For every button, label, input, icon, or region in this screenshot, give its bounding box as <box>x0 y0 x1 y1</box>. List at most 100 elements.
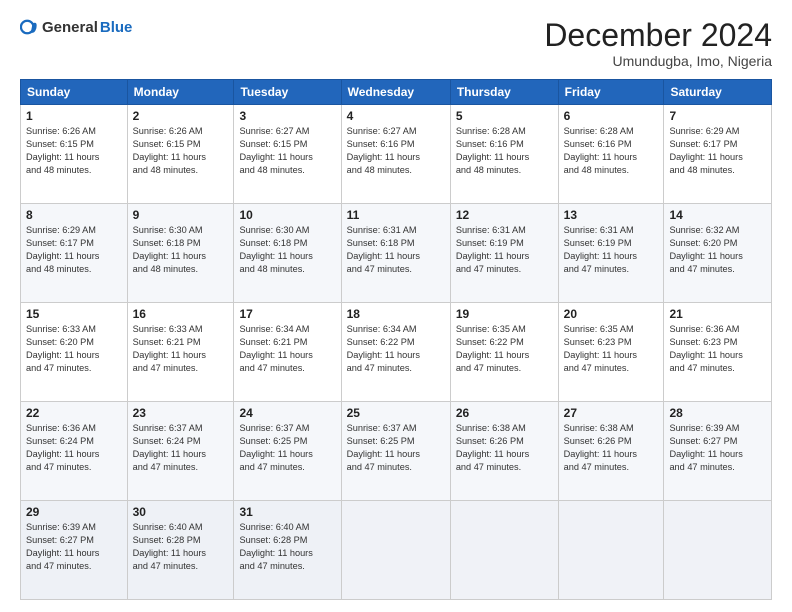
day-info: Sunrise: 6:37 AM Sunset: 6:25 PM Dayligh… <box>347 422 445 474</box>
calendar-header-row: SundayMondayTuesdayWednesdayThursdayFrid… <box>21 80 772 105</box>
calendar-cell: 12Sunrise: 6:31 AM Sunset: 6:19 PM Dayli… <box>450 204 558 303</box>
day-number: 18 <box>347 306 445 322</box>
calendar-cell: 15Sunrise: 6:33 AM Sunset: 6:20 PM Dayli… <box>21 303 128 402</box>
calendar-week-row: 29Sunrise: 6:39 AM Sunset: 6:27 PM Dayli… <box>21 501 772 600</box>
title-block: December 2024 Umundugba, Imo, Nigeria <box>544 18 772 69</box>
calendar-header-sunday: Sunday <box>21 80 128 105</box>
calendar-cell: 5Sunrise: 6:28 AM Sunset: 6:16 PM Daylig… <box>450 105 558 204</box>
day-info: Sunrise: 6:34 AM Sunset: 6:21 PM Dayligh… <box>239 323 335 375</box>
page: GeneralBlue December 2024 Umundugba, Imo… <box>0 0 792 612</box>
day-number: 2 <box>133 108 229 124</box>
day-number: 11 <box>347 207 445 223</box>
day-info: Sunrise: 6:31 AM Sunset: 6:19 PM Dayligh… <box>564 224 659 276</box>
calendar-table: SundayMondayTuesdayWednesdayThursdayFrid… <box>20 79 772 600</box>
day-number: 3 <box>239 108 335 124</box>
calendar-cell: 8Sunrise: 6:29 AM Sunset: 6:17 PM Daylig… <box>21 204 128 303</box>
day-info: Sunrise: 6:36 AM Sunset: 6:24 PM Dayligh… <box>26 422 122 474</box>
calendar-cell: 11Sunrise: 6:31 AM Sunset: 6:18 PM Dayli… <box>341 204 450 303</box>
day-info: Sunrise: 6:27 AM Sunset: 6:16 PM Dayligh… <box>347 125 445 177</box>
calendar-cell: 28Sunrise: 6:39 AM Sunset: 6:27 PM Dayli… <box>664 402 772 501</box>
day-number: 31 <box>239 504 335 520</box>
calendar-cell: 25Sunrise: 6:37 AM Sunset: 6:25 PM Dayli… <box>341 402 450 501</box>
day-info: Sunrise: 6:31 AM Sunset: 6:18 PM Dayligh… <box>347 224 445 276</box>
day-number: 25 <box>347 405 445 421</box>
calendar-cell: 4Sunrise: 6:27 AM Sunset: 6:16 PM Daylig… <box>341 105 450 204</box>
calendar-header-thursday: Thursday <box>450 80 558 105</box>
day-number: 26 <box>456 405 553 421</box>
day-info: Sunrise: 6:35 AM Sunset: 6:23 PM Dayligh… <box>564 323 659 375</box>
day-info: Sunrise: 6:30 AM Sunset: 6:18 PM Dayligh… <box>239 224 335 276</box>
month-title: December 2024 <box>544 18 772 53</box>
calendar-cell: 7Sunrise: 6:29 AM Sunset: 6:17 PM Daylig… <box>664 105 772 204</box>
day-info: Sunrise: 6:37 AM Sunset: 6:25 PM Dayligh… <box>239 422 335 474</box>
logo: GeneralBlue <box>20 18 132 36</box>
day-number: 30 <box>133 504 229 520</box>
day-info: Sunrise: 6:40 AM Sunset: 6:28 PM Dayligh… <box>133 521 229 573</box>
calendar-cell: 19Sunrise: 6:35 AM Sunset: 6:22 PM Dayli… <box>450 303 558 402</box>
calendar-week-row: 15Sunrise: 6:33 AM Sunset: 6:20 PM Dayli… <box>21 303 772 402</box>
day-info: Sunrise: 6:29 AM Sunset: 6:17 PM Dayligh… <box>26 224 122 276</box>
calendar-cell: 23Sunrise: 6:37 AM Sunset: 6:24 PM Dayli… <box>127 402 234 501</box>
day-info: Sunrise: 6:30 AM Sunset: 6:18 PM Dayligh… <box>133 224 229 276</box>
day-info: Sunrise: 6:32 AM Sunset: 6:20 PM Dayligh… <box>669 224 766 276</box>
calendar-cell: 13Sunrise: 6:31 AM Sunset: 6:19 PM Dayli… <box>558 204 664 303</box>
day-info: Sunrise: 6:34 AM Sunset: 6:22 PM Dayligh… <box>347 323 445 375</box>
calendar-cell: 20Sunrise: 6:35 AM Sunset: 6:23 PM Dayli… <box>558 303 664 402</box>
logo-text: GeneralBlue <box>20 18 132 36</box>
day-number: 20 <box>564 306 659 322</box>
day-info: Sunrise: 6:33 AM Sunset: 6:20 PM Dayligh… <box>26 323 122 375</box>
day-number: 21 <box>669 306 766 322</box>
day-number: 28 <box>669 405 766 421</box>
day-info: Sunrise: 6:39 AM Sunset: 6:27 PM Dayligh… <box>669 422 766 474</box>
day-info: Sunrise: 6:31 AM Sunset: 6:19 PM Dayligh… <box>456 224 553 276</box>
day-number: 6 <box>564 108 659 124</box>
day-number: 4 <box>347 108 445 124</box>
day-number: 23 <box>133 405 229 421</box>
day-number: 7 <box>669 108 766 124</box>
calendar-cell: 18Sunrise: 6:34 AM Sunset: 6:22 PM Dayli… <box>341 303 450 402</box>
day-info: Sunrise: 6:28 AM Sunset: 6:16 PM Dayligh… <box>456 125 553 177</box>
calendar-cell: 17Sunrise: 6:34 AM Sunset: 6:21 PM Dayli… <box>234 303 341 402</box>
calendar-cell: 29Sunrise: 6:39 AM Sunset: 6:27 PM Dayli… <box>21 501 128 600</box>
day-number: 1 <box>26 108 122 124</box>
calendar-header-wednesday: Wednesday <box>341 80 450 105</box>
calendar-header-tuesday: Tuesday <box>234 80 341 105</box>
day-info: Sunrise: 6:38 AM Sunset: 6:26 PM Dayligh… <box>564 422 659 474</box>
calendar-cell: 10Sunrise: 6:30 AM Sunset: 6:18 PM Dayli… <box>234 204 341 303</box>
day-number: 5 <box>456 108 553 124</box>
day-info: Sunrise: 6:39 AM Sunset: 6:27 PM Dayligh… <box>26 521 122 573</box>
calendar-cell: 22Sunrise: 6:36 AM Sunset: 6:24 PM Dayli… <box>21 402 128 501</box>
calendar-cell: 27Sunrise: 6:38 AM Sunset: 6:26 PM Dayli… <box>558 402 664 501</box>
calendar-cell: 6Sunrise: 6:28 AM Sunset: 6:16 PM Daylig… <box>558 105 664 204</box>
day-info: Sunrise: 6:28 AM Sunset: 6:16 PM Dayligh… <box>564 125 659 177</box>
day-info: Sunrise: 6:27 AM Sunset: 6:15 PM Dayligh… <box>239 125 335 177</box>
location: Umundugba, Imo, Nigeria <box>544 53 772 69</box>
logo-general: General <box>42 19 98 36</box>
calendar-header-monday: Monday <box>127 80 234 105</box>
day-number: 17 <box>239 306 335 322</box>
day-number: 15 <box>26 306 122 322</box>
calendar-cell: 26Sunrise: 6:38 AM Sunset: 6:26 PM Dayli… <box>450 402 558 501</box>
day-number: 16 <box>133 306 229 322</box>
day-info: Sunrise: 6:38 AM Sunset: 6:26 PM Dayligh… <box>456 422 553 474</box>
day-number: 8 <box>26 207 122 223</box>
calendar-cell: 30Sunrise: 6:40 AM Sunset: 6:28 PM Dayli… <box>127 501 234 600</box>
header: GeneralBlue December 2024 Umundugba, Imo… <box>20 18 772 69</box>
day-number: 12 <box>456 207 553 223</box>
calendar-week-row: 22Sunrise: 6:36 AM Sunset: 6:24 PM Dayli… <box>21 402 772 501</box>
day-number: 19 <box>456 306 553 322</box>
day-number: 13 <box>564 207 659 223</box>
calendar-cell: 1Sunrise: 6:26 AM Sunset: 6:15 PM Daylig… <box>21 105 128 204</box>
day-info: Sunrise: 6:35 AM Sunset: 6:22 PM Dayligh… <box>456 323 553 375</box>
calendar-cell: 9Sunrise: 6:30 AM Sunset: 6:18 PM Daylig… <box>127 204 234 303</box>
day-info: Sunrise: 6:36 AM Sunset: 6:23 PM Dayligh… <box>669 323 766 375</box>
logo-icon <box>20 18 38 36</box>
calendar-cell: 31Sunrise: 6:40 AM Sunset: 6:28 PM Dayli… <box>234 501 341 600</box>
day-info: Sunrise: 6:40 AM Sunset: 6:28 PM Dayligh… <box>239 521 335 573</box>
day-number: 10 <box>239 207 335 223</box>
calendar-cell <box>450 501 558 600</box>
day-number: 14 <box>669 207 766 223</box>
calendar-cell: 24Sunrise: 6:37 AM Sunset: 6:25 PM Dayli… <box>234 402 341 501</box>
day-number: 24 <box>239 405 335 421</box>
day-number: 22 <box>26 405 122 421</box>
